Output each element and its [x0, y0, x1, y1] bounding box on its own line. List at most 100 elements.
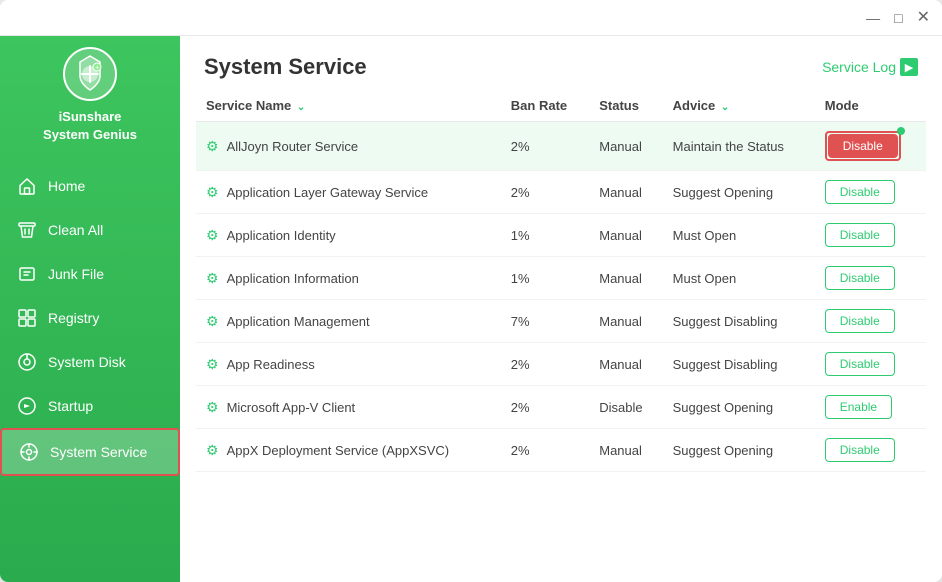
cell-mode: Disable: [815, 214, 926, 257]
cell-ban-rate: 2%: [501, 429, 589, 472]
logo-icon: +: [62, 46, 118, 102]
cell-mode: Disable: [815, 429, 926, 472]
sort-arrow-name: ⌄: [297, 102, 305, 113]
sidebar-item-system-disk[interactable]: System Disk: [0, 340, 180, 384]
cell-status: Manual: [589, 257, 662, 300]
cell-mode: Disable: [815, 171, 926, 214]
cell-mode: Enable: [815, 386, 926, 429]
gear-icon: ⚙: [206, 227, 219, 244]
cell-advice: Suggest Opening: [663, 171, 815, 214]
col-ban-rate: Ban Rate: [501, 90, 589, 122]
cell-status: Manual: [589, 214, 662, 257]
action-button-2[interactable]: Disable: [825, 223, 895, 247]
cell-ban-rate: 2%: [501, 343, 589, 386]
cell-mode: Disable: [815, 257, 926, 300]
table-row: ⚙AllJoyn Router Service2%ManualMaintain …: [196, 122, 926, 171]
col-status: Status: [589, 90, 662, 122]
close-button[interactable]: ✕: [917, 10, 930, 26]
table-row: ⚙App Readiness2%ManualSuggest Disabling D…: [196, 343, 926, 386]
cell-status: Manual: [589, 343, 662, 386]
cell-service-name: ⚙AllJoyn Router Service: [196, 122, 501, 171]
service-table: Service Name ⌄ Ban Rate Status Advice ⌄ …: [196, 90, 926, 472]
cell-mode: Disable: [815, 300, 926, 343]
restore-button[interactable]: □: [894, 11, 902, 25]
sidebar-item-system-service[interactable]: System Service: [0, 428, 180, 476]
cell-mode: Disable: [815, 343, 926, 386]
cell-service-name: ⚙Application Management: [196, 300, 501, 343]
sidebar-label-system-service: System Service: [50, 444, 147, 460]
window-controls: — □ ✕: [866, 10, 930, 26]
col-service-name: Service Name ⌄: [196, 90, 501, 122]
disk-icon: [16, 351, 38, 373]
action-button-0[interactable]: Disable: [828, 134, 898, 158]
cell-status: Disable: [589, 386, 662, 429]
sidebar-label-junk-file: Junk File: [48, 266, 104, 282]
action-button-3[interactable]: Disable: [825, 266, 895, 290]
service-log-icon: ▶: [900, 58, 918, 76]
sidebar-item-registry[interactable]: Registry: [0, 296, 180, 340]
sidebar-label-registry: Registry: [48, 310, 99, 326]
cell-ban-rate: 2%: [501, 122, 589, 171]
cell-ban-rate: 1%: [501, 257, 589, 300]
main-layout: + iSunshare System Genius Home: [0, 36, 942, 582]
sidebar-item-startup[interactable]: Startup: [0, 384, 180, 428]
table-row: ⚙Application Identity1%ManualMust Open Di…: [196, 214, 926, 257]
sidebar-label-clean-all: Clean All: [48, 222, 103, 238]
cell-ban-rate: 2%: [501, 171, 589, 214]
service-table-container: Service Name ⌄ Ban Rate Status Advice ⌄ …: [180, 90, 942, 582]
action-button-1[interactable]: Disable: [825, 180, 895, 204]
sidebar-item-home[interactable]: Home: [0, 164, 180, 208]
action-button-6[interactable]: Enable: [825, 395, 892, 419]
action-button-5[interactable]: Disable: [825, 352, 895, 376]
cell-service-name: ⚙Microsoft App-V Client: [196, 386, 501, 429]
sidebar-item-clean-all[interactable]: Clean All: [0, 208, 180, 252]
table-row: ⚙Microsoft App-V Client2%DisableSuggest …: [196, 386, 926, 429]
cell-service-name: ⚙Application Layer Gateway Service: [196, 171, 501, 214]
content-header: System Service Service Log ▶: [180, 36, 942, 90]
cell-service-name: ⚙Application Identity: [196, 214, 501, 257]
gear-icon: ⚙: [206, 356, 219, 373]
table-row: ⚙Application Layer Gateway Service2%Manu…: [196, 171, 926, 214]
service-log-button[interactable]: Service Log ▶: [822, 58, 918, 76]
minimize-button[interactable]: —: [866, 11, 880, 25]
cell-advice: Must Open: [663, 214, 815, 257]
service-icon: [18, 441, 40, 463]
gear-icon: ⚙: [206, 399, 219, 416]
home-icon: [16, 175, 38, 197]
action-button-4[interactable]: Disable: [825, 309, 895, 333]
cell-service-name: ⚙AppX Deployment Service (AppXSVC): [196, 429, 501, 472]
table-row: ⚙Application Information1%ManualMust Ope…: [196, 257, 926, 300]
notification-dot: [897, 127, 905, 135]
app-name: iSunshare System Genius: [43, 108, 137, 144]
cell-ban-rate: 1%: [501, 214, 589, 257]
registry-icon: [16, 307, 38, 329]
gear-icon: ⚙: [206, 313, 219, 330]
gear-icon: ⚙: [206, 442, 219, 459]
page-title: System Service: [204, 54, 367, 80]
table-row: ⚙AppX Deployment Service (AppXSVC)2%Manu…: [196, 429, 926, 472]
cell-service-name: ⚙App Readiness: [196, 343, 501, 386]
cell-service-name: ⚙Application Information: [196, 257, 501, 300]
cell-status: Manual: [589, 429, 662, 472]
gear-icon: ⚙: [206, 270, 219, 287]
cell-advice: Suggest Disabling: [663, 343, 815, 386]
action-button-7[interactable]: Disable: [825, 438, 895, 462]
cell-advice: Suggest Opening: [663, 386, 815, 429]
cell-status: Manual: [589, 300, 662, 343]
gear-icon: ⚙: [206, 138, 219, 155]
main-window: — □ ✕ + iSunshare System Ge: [0, 0, 942, 582]
cell-advice: Must Open: [663, 257, 815, 300]
clean-icon: [16, 219, 38, 241]
sort-arrow-advice: ⌄: [721, 102, 729, 113]
cell-status: Manual: [589, 171, 662, 214]
gear-icon: ⚙: [206, 184, 219, 201]
sidebar-item-junk-file[interactable]: Junk File: [0, 252, 180, 296]
col-advice: Advice ⌄: [663, 90, 815, 122]
sidebar-nav: Home Clean All Junk File: [0, 164, 180, 476]
sidebar-label-startup: Startup: [48, 398, 93, 414]
junk-icon: [16, 263, 38, 285]
cell-advice: Suggest Disabling: [663, 300, 815, 343]
sidebar: + iSunshare System Genius Home: [0, 36, 180, 582]
cell-status: Manual: [589, 122, 662, 171]
col-mode: Mode: [815, 90, 926, 122]
